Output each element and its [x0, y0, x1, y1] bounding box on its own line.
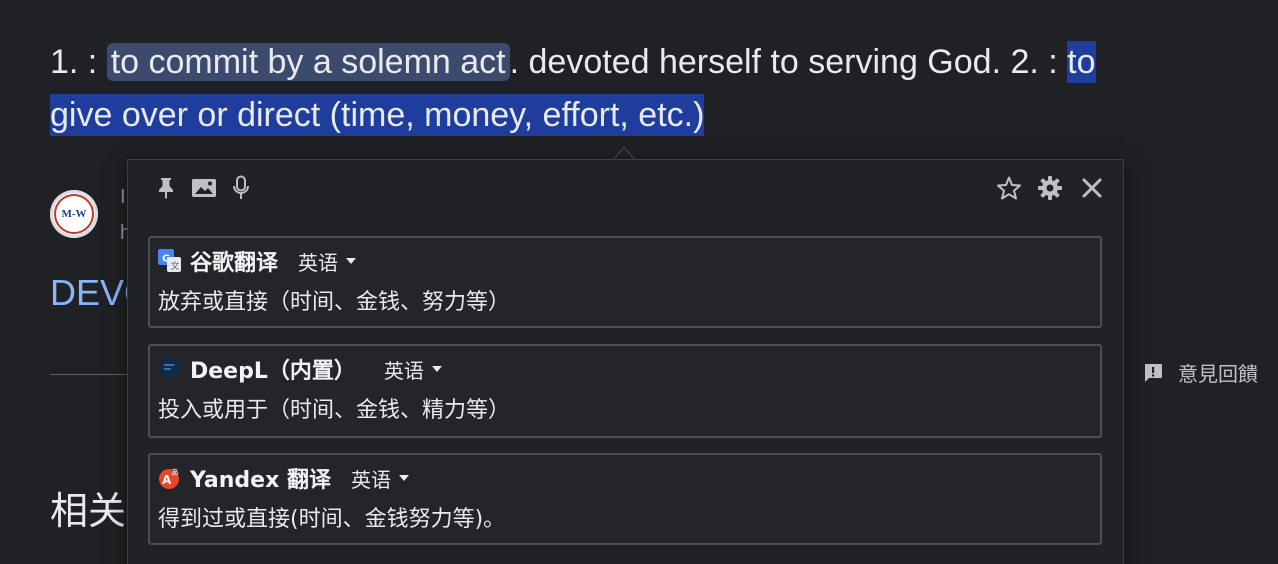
- source-title-fragment: I: [120, 186, 126, 208]
- yandex-icon: A あ: [158, 466, 182, 490]
- translation-text: 投入或用于（时间、金钱、精力等）: [158, 398, 511, 423]
- divider: [50, 374, 130, 375]
- definition-text: 1. : to commit by a solemn act. devoted …: [50, 36, 1240, 142]
- merriam-webster-logo[interactable]: M-W: [50, 190, 98, 238]
- caret-down-icon: [398, 475, 409, 481]
- image-icon[interactable]: [190, 174, 218, 202]
- result-card-deepl: DeepL（内置） 英语 投入或用于（时间、金钱、精力等）: [148, 344, 1102, 438]
- engine-name: Yandex 翻译: [190, 468, 331, 493]
- gear-icon[interactable]: [1036, 174, 1064, 202]
- target-language-select[interactable]: 英语: [298, 247, 357, 276]
- translation-text: 放弃或直接（时间、金钱、努力等）: [158, 290, 511, 315]
- engine-name: 谷歌翻译: [190, 251, 279, 276]
- feedback-icon: [1142, 362, 1164, 384]
- engine-name: DeepL（内置）: [190, 359, 356, 384]
- caret-down-icon: [431, 366, 442, 372]
- svg-text:あ: あ: [171, 468, 179, 477]
- pin-icon[interactable]: [152, 174, 180, 202]
- language-label: 英语: [350, 467, 391, 492]
- selected-sense-2: give over or direct (time, money, effort…: [50, 94, 705, 136]
- selected-sense-2-start: to: [1067, 41, 1096, 83]
- deepl-icon: [158, 357, 182, 381]
- microphone-icon[interactable]: [227, 174, 255, 202]
- card-header: A あ Yandex 翻译 英语: [158, 463, 409, 493]
- star-icon[interactable]: [995, 174, 1023, 202]
- feedback-button[interactable]: 意見回饋: [1142, 358, 1258, 387]
- svg-text:文: 文: [171, 260, 180, 272]
- definition-middle: . devoted herself to serving God. 2. :: [509, 43, 1068, 81]
- definition-prefix: 1. :: [50, 43, 107, 81]
- caret-down-icon: [346, 258, 357, 264]
- target-language-select[interactable]: 英语: [384, 355, 442, 384]
- feedback-label: 意見回饋: [1178, 362, 1258, 386]
- language-label: 英语: [298, 250, 339, 275]
- popup-toolbar: [128, 160, 1123, 216]
- popup-pointer: [613, 147, 635, 159]
- close-icon[interactable]: [1078, 174, 1106, 202]
- card-header: G 文 谷歌翻译 英语: [158, 246, 357, 276]
- selected-sense-1: to commit by a solemn act: [106, 43, 510, 81]
- card-header: DeepL（内置） 英语: [158, 354, 442, 384]
- related-heading: 相关: [50, 489, 127, 533]
- logo-text: M-W: [54, 194, 94, 234]
- page: 1. : to commit by a solemn act. devoted …: [0, 0, 1278, 564]
- result-card-yandex: A あ Yandex 翻译 英语 得到过或直接(时间、金钱努力等)。: [148, 453, 1102, 545]
- translation-popup: G 文 谷歌翻译 英语 放弃或直接（时间、金钱、努力等） DeepL（内置） 英…: [127, 159, 1124, 564]
- language-label: 英语: [383, 358, 424, 383]
- google-translate-icon: G 文: [158, 249, 182, 273]
- translation-text: 得到过或直接(时间、金钱努力等)。: [158, 507, 506, 532]
- target-language-select[interactable]: 英语: [351, 464, 409, 493]
- result-card-google: G 文 谷歌翻译 英语 放弃或直接（时间、金钱、努力等）: [148, 236, 1102, 328]
